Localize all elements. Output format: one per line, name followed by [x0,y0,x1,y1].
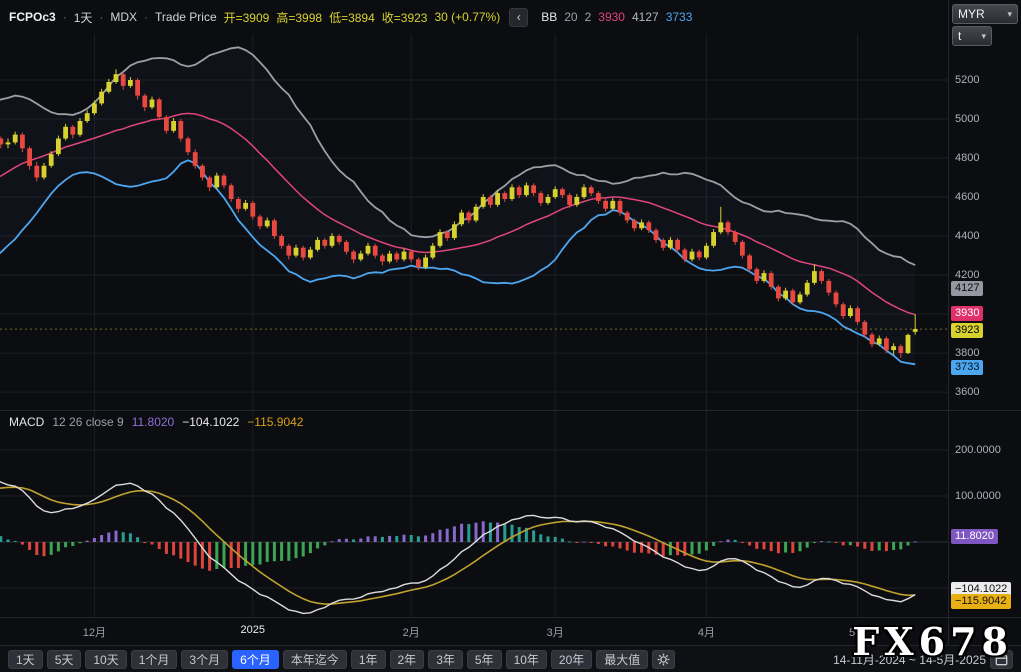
macd-tick: 200.0000 [955,443,1001,457]
unit-select[interactable]: t ▾ [952,26,992,46]
settings-gear-button[interactable] [652,650,675,669]
range-button-2年[interactable]: 2年 [390,650,425,669]
separator: · [63,10,67,24]
time-label: 2025 [241,624,265,636]
macd-hist-value: 11.8020 [132,415,175,429]
price-chart-pane[interactable] [0,34,948,410]
price-tick: 5200 [955,73,979,87]
price-tick: 5000 [955,112,979,126]
price-badge: 3733 [951,360,983,375]
time-label: 3月 [547,624,564,640]
currency-select[interactable]: MYR ▾ [952,4,1018,24]
macd-legend: MACD 12 26 close 9 11.8020 −104.1022 −11… [9,415,303,429]
unit-value: t [958,29,961,43]
macd-signal-value: −115.9042 [247,415,303,429]
price-tick: 3800 [955,346,979,360]
range-button-1个月[interactable]: 1个月 [131,650,178,669]
price-tick: 4800 [955,151,979,165]
range-button-最大值[interactable]: 最大值 [596,650,648,669]
price-source: Trade Price [155,10,217,24]
bb-indicator-name[interactable]: BB [541,10,557,24]
price-change: 30 (+0.77%) [435,10,501,24]
price-axis[interactable]: MYR ▾ t ▾ 5200 5000 4800 4600 4400 4200 3800 36… [948,0,1021,645]
range-button-10天[interactable]: 10天 [85,650,126,669]
range-button-1天[interactable]: 1天 [8,650,43,669]
bb-mult-param: 2 [585,10,592,24]
time-label: 2月 [403,624,420,640]
range-button-20年[interactable]: 20年 [551,650,592,669]
pane-divider[interactable] [0,410,1021,411]
ohlc-open: 开=3909 [224,9,270,26]
time-axis-divider [0,617,1021,618]
range-button-本年迄今[interactable]: 本年迄今 [283,650,347,669]
chevron-down-icon: ▾ [1007,9,1012,20]
range-button-5年[interactable]: 5年 [467,650,502,669]
macd-badge: −115.9042 [951,594,1011,609]
macd-params: 12 26 close 9 [52,415,123,429]
macd-chart-pane[interactable] [0,410,948,617]
price-tick: 4400 [955,229,979,243]
price-tick: 4600 [955,190,979,204]
macd-line-value: −104.1022 [182,415,239,429]
bb-basis-value: 3930 [598,10,625,24]
macd-indicator-name[interactable]: MACD [9,415,44,429]
ohlc-close: 收=3923 [382,9,428,26]
macd-badge: 11.8020 [951,529,998,544]
time-axis[interactable]: 12月20252月3月4月5月 [0,618,948,645]
price-badge: 3923 [951,323,983,338]
exchange-name: MDX [110,10,137,24]
trading-chart-app: FCPOc3 · 1天 · MDX · Trade Price 开=3909 高… [0,0,1021,672]
price-badge: 3930 [951,306,983,321]
price-tick: 4200 [955,268,979,282]
range-button-3年[interactable]: 3年 [428,650,463,669]
symbol-name[interactable]: FCPOc3 [9,10,56,24]
bb-lower-value: 3733 [666,10,693,24]
range-button-5天[interactable]: 5天 [47,650,82,669]
range-button-1年[interactable]: 1年 [351,650,386,669]
range-button-10年[interactable]: 10年 [506,650,547,669]
time-label: 4月 [698,624,715,640]
macd-tick: 100.0000 [955,489,1001,503]
price-badge: 4127 [951,281,983,296]
interval-value[interactable]: 1天 [74,9,93,26]
separator: · [99,10,103,24]
ohlc-low: 低=3894 [329,9,375,26]
chevron-down-icon: ▾ [981,31,986,42]
separator: · [144,10,148,24]
watermark: FX678 [852,619,1013,664]
currency-value: MYR [958,7,985,21]
range-button-3个月[interactable]: 3个月 [181,650,228,669]
ohlc-high: 高=3998 [276,9,322,26]
time-label: 12月 [83,624,106,640]
price-tick: 3600 [955,385,979,399]
collapse-arrow-button[interactable]: ‹ [509,8,528,27]
range-button-6个月[interactable]: 6个月 [232,650,279,669]
legend-bar: FCPOc3 · 1天 · MDX · Trade Price 开=3909 高… [0,0,948,34]
range-buttons: 1天5天10天 1个月3个月6个月本年迄今1年2年3年5年10年20年最大值 [8,650,648,669]
gear-icon [657,653,670,666]
bb-length-param: 20 [564,10,577,24]
bb-upper-value: 4127 [632,10,659,24]
